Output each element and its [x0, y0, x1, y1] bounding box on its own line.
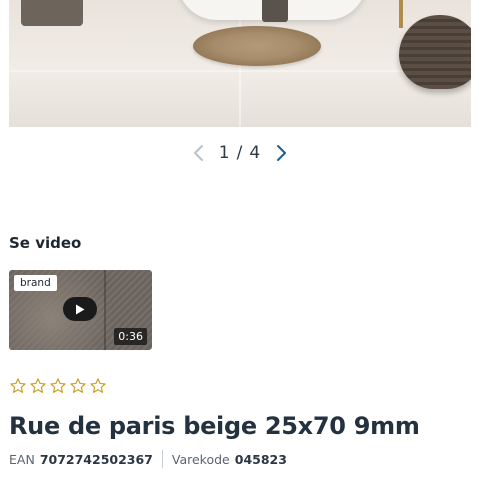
- pager-count: 1/4: [219, 143, 261, 163]
- rating-stars[interactable]: [9, 377, 107, 395]
- item-code-label: Varekode: [171, 451, 230, 467]
- chevron-right-icon[interactable]: [271, 142, 293, 164]
- decor-bin: [262, 0, 288, 22]
- tap: [399, 0, 403, 28]
- video-thumbnail[interactable]: brand 0:36: [9, 270, 152, 350]
- product-image[interactable]: [9, 0, 471, 127]
- product-title: Rue de paris beige 25x70 9mm: [9, 412, 420, 440]
- brand-badge: brand: [14, 275, 57, 291]
- video-duration: 0:36: [114, 328, 147, 345]
- page-separator: /: [236, 143, 244, 163]
- product-codes: EAN 7072742502367 Varekode 045823: [9, 450, 287, 468]
- total-pages: 4: [249, 143, 262, 163]
- ean-label: EAN: [9, 451, 35, 467]
- decor-vase: [21, 0, 83, 26]
- star-icon: [90, 378, 106, 393]
- star-icon: [70, 378, 86, 393]
- divider: [161, 450, 163, 468]
- round-rug: [193, 26, 321, 66]
- current-page: 1: [218, 143, 231, 163]
- play-button[interactable]: [63, 297, 97, 321]
- star-icon: [50, 378, 66, 393]
- star-icon: [30, 378, 46, 393]
- item-code-value: 045823: [234, 451, 287, 467]
- image-pager: 1/4: [0, 141, 480, 165]
- play-icon: [76, 304, 85, 314]
- knitted-pouf: [399, 15, 471, 89]
- star-icon: [10, 378, 26, 393]
- video-section-title: Se video: [9, 234, 82, 252]
- chevron-left-icon[interactable]: [187, 142, 209, 164]
- ean-value: 7072742502367: [39, 451, 153, 467]
